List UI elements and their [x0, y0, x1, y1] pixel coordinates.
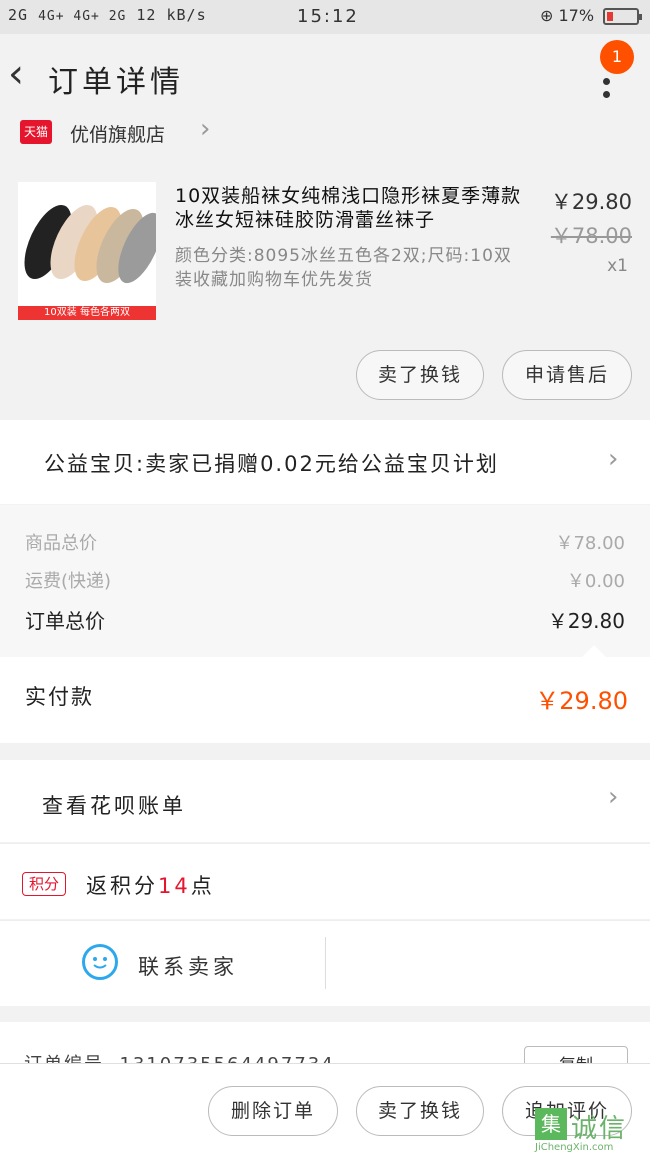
huabei-text: 查看花呗账单 — [42, 794, 186, 818]
product-quantity: x1 — [607, 256, 628, 276]
back-arrow-icon[interactable]: ‹ — [8, 54, 38, 98]
store-row[interactable]: 天猫 优俏旗舰店 › — [0, 110, 650, 168]
tmall-logo: 天猫 — [20, 120, 52, 144]
paid-value: ￥29.80 — [535, 687, 628, 715]
battery-icon — [603, 8, 642, 25]
charity-text: 公益宝贝:卖家已捐赠0.02元给公益宝贝计划 — [44, 452, 499, 476]
product-sku: 颜色分类:8095冰丝五色各2双;尺码:10双装收藏加购物车优先发货 — [175, 246, 512, 290]
store-name: 优俏旗舰店 — [70, 124, 166, 146]
clock: 15:12 — [297, 6, 359, 27]
socks-image — [24, 204, 156, 284]
watermark-logo-icon: 集 — [535, 1108, 567, 1140]
battery-percent: ⊕ 17% — [540, 6, 595, 25]
notification-badge[interactable]: 1 — [600, 40, 634, 74]
huabei-row[interactable]: 查看花呗账单 › — [0, 760, 650, 842]
order-total-row: 订单总价 ￥29.80 — [25, 609, 625, 633]
shipping-row: 运费(快递) ￥0.00 — [25, 571, 625, 592]
tooltip-notch — [582, 645, 606, 657]
after-sale-button[interactable]: 申请售后 — [502, 350, 632, 400]
product-original-price: ￥78.00 — [550, 224, 632, 248]
signal-2g: 2G — [8, 6, 29, 24]
points-count: 14 — [158, 874, 191, 898]
chat-bubble-icon[interactable] — [82, 944, 118, 980]
delete-order-button[interactable]: 删除订单 — [208, 1086, 338, 1136]
product-thumbnail[interactable]: 10双装 每色各两双 — [18, 182, 156, 320]
signal-indicators: 2G 4G+ 4G+ 2G 12 kB/s — [8, 6, 207, 24]
network-speed: 12 kB/s — [136, 6, 207, 24]
resell-bottom-button[interactable]: 卖了换钱 — [356, 1086, 484, 1136]
nav-bar: ‹ 订单详情 1 — [0, 34, 650, 120]
resell-button[interactable]: 卖了换钱 — [356, 350, 484, 400]
chevron-right-icon: › — [608, 444, 619, 474]
page-title: 订单详情 — [48, 65, 184, 100]
thumbnail-caption: 10双装 每色各两双 — [18, 306, 156, 320]
lock-rotation-icon: ⊕ — [540, 6, 554, 25]
product-title[interactable]: 10双装船袜女纯棉浅口隐形袜夏季薄款冰丝女短袜硅胶防滑蕾丝袜子 — [175, 184, 535, 232]
points-row: 积分 返积分14点 — [0, 843, 650, 919]
paid-label: 实付款 — [25, 685, 94, 709]
product-card: 10双装 每色各两双 10双装船袜女纯棉浅口隐形袜夏季薄款冰丝女短袜硅胶防滑蕾丝… — [0, 168, 650, 418]
points-text: 返积分14点 — [86, 874, 215, 898]
watermark: 集 诚信 JiChengXin.com — [535, 1108, 645, 1154]
chevron-right-icon: › — [200, 114, 211, 144]
divider — [325, 937, 326, 989]
points-badge: 积分 — [22, 872, 66, 896]
signal-4g: 4G+ 4G+ 2G — [38, 9, 127, 24]
charity-row[interactable]: 公益宝贝:卖家已捐赠0.02元给公益宝贝计划 › — [0, 420, 650, 504]
paid-row: 实付款 ￥29.80 — [0, 657, 650, 743]
goods-total-row: 商品总价 ￥78.00 — [25, 533, 625, 554]
price-summary: 商品总价 ￥78.00 运费(快递) ￥0.00 订单总价 ￥29.80 — [0, 505, 650, 657]
contact-row: 联系卖家 — [0, 920, 650, 1006]
chevron-right-icon: › — [608, 782, 619, 812]
contact-seller-button[interactable]: 联系卖家 — [138, 951, 238, 981]
status-bar: 2G 4G+ 4G+ 2G 12 kB/s 15:12 ⊕ 17% — [0, 0, 650, 34]
product-price: ￥29.80 — [550, 190, 632, 214]
